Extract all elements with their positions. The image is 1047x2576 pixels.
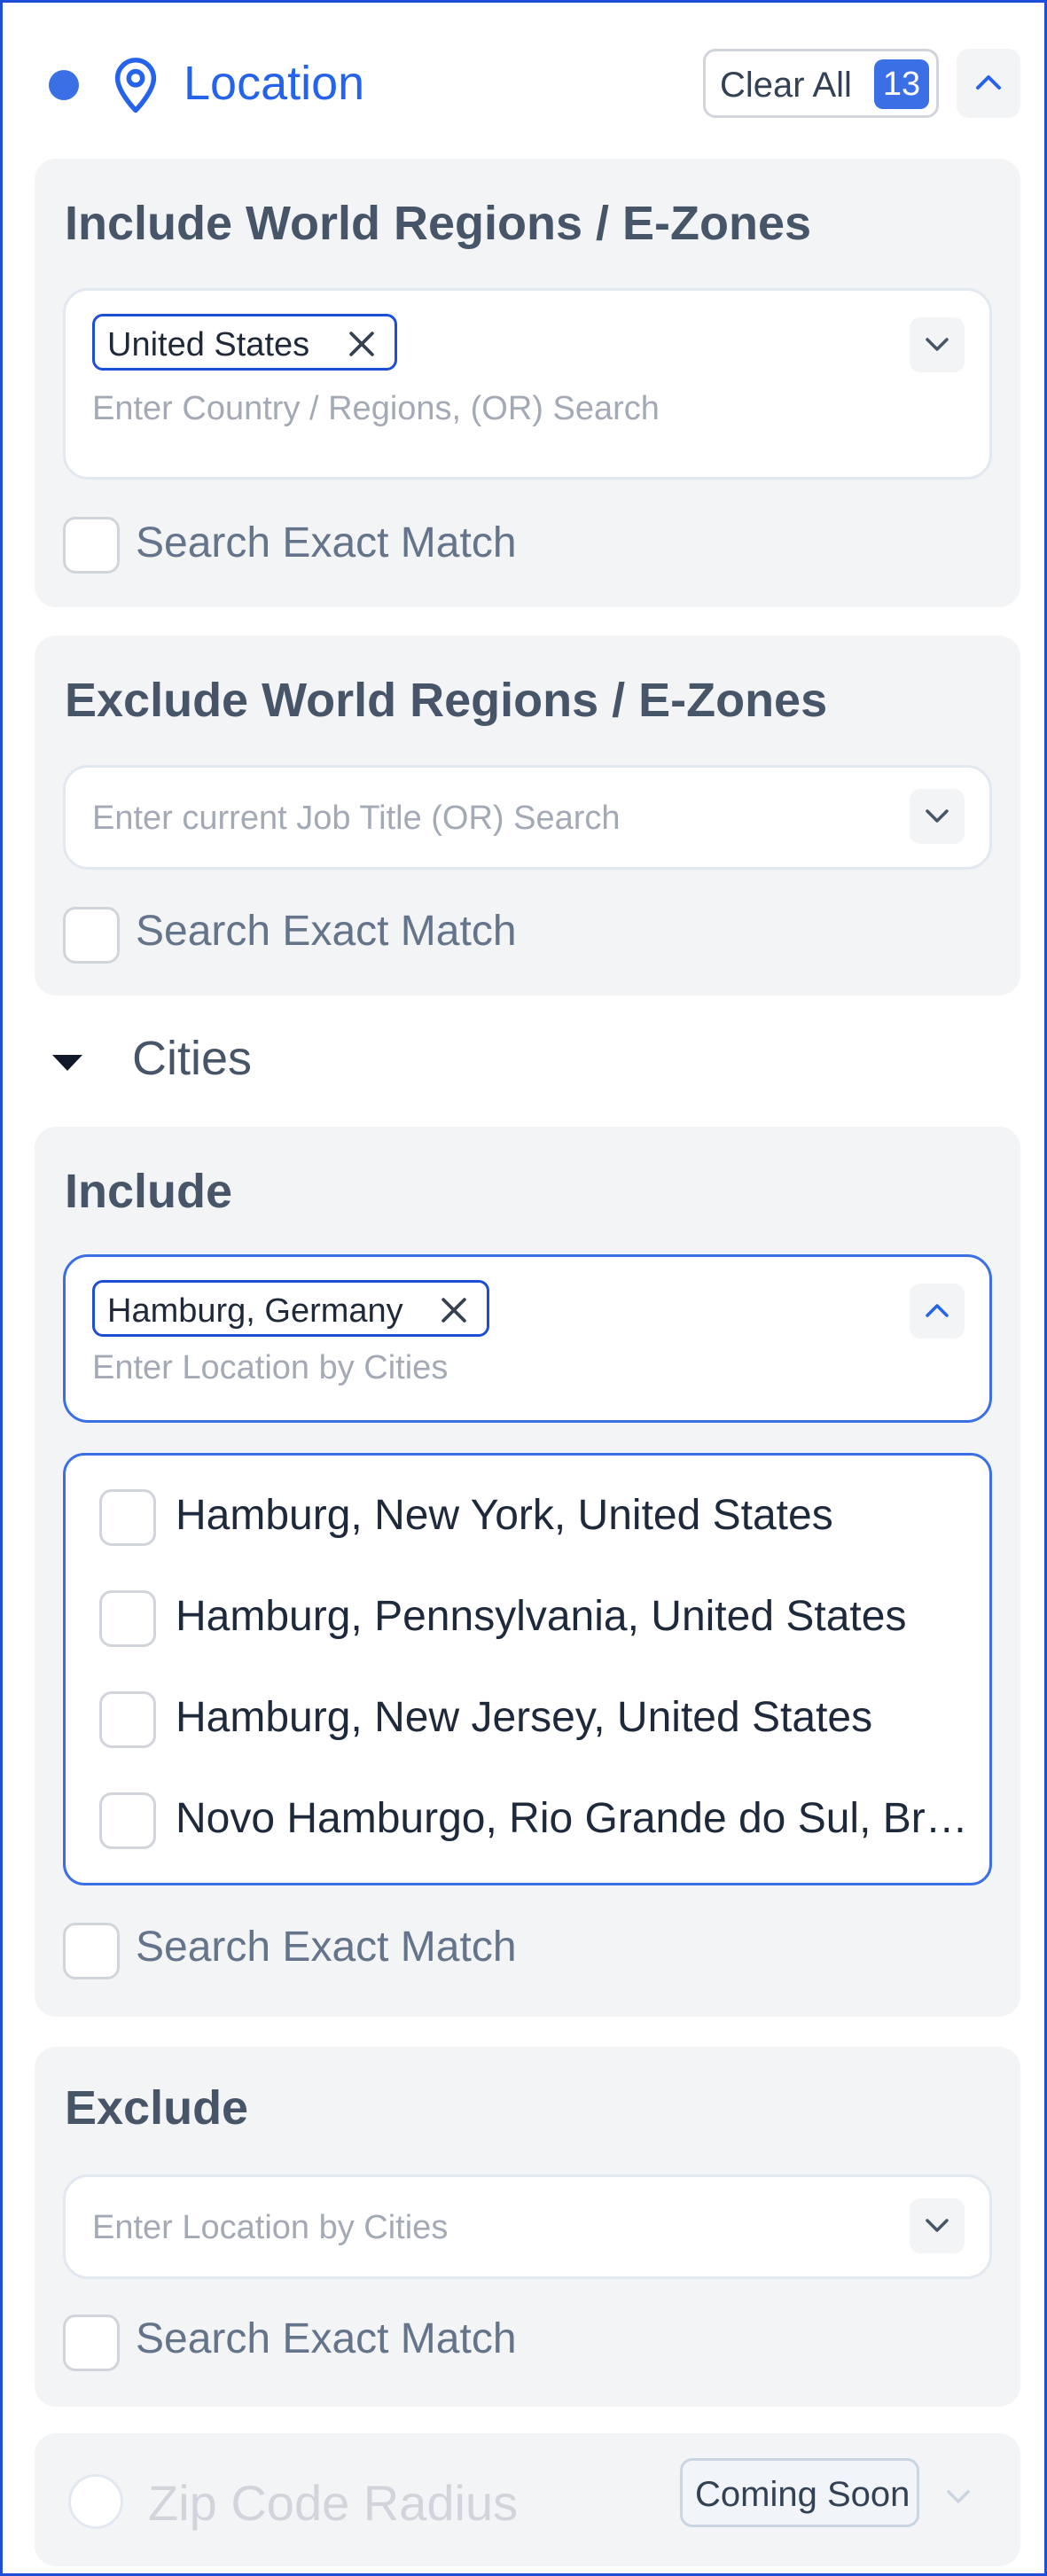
include-regions-title: Include World Regions / E-Zones (65, 197, 812, 250)
map-pin-icon (114, 58, 157, 113)
include-regions-exact-checkbox[interactable] (63, 517, 120, 574)
chevron-down-icon (947, 2490, 970, 2503)
zip-radius-label: Zip Code Radius (148, 2475, 519, 2531)
status-dot (49, 70, 79, 100)
include-regions-field[interactable]: United States Enter Country / Regions, (… (63, 288, 992, 480)
zip-radius-radio (68, 2474, 123, 2529)
city-option-checkbox[interactable] (99, 1792, 156, 1849)
cities-include-card: Include Hamburg, Germany Enter Location … (35, 1127, 1020, 2017)
section-title: Location (184, 57, 365, 110)
cities-include-placeholder: Enter Location by Cities (92, 1349, 449, 1386)
chevron-down-icon (926, 809, 949, 823)
remove-chip-icon[interactable] (347, 329, 377, 359)
exclude-regions-field[interactable]: Enter current Job Title (OR) Search (63, 765, 992, 870)
city-option-checkbox[interactable] (99, 1590, 156, 1647)
location-filter-panel: Location Clear All 13 Include World Regi… (0, 0, 1047, 2576)
exclude-regions-dropdown-button[interactable] (910, 789, 965, 844)
exclude-regions-exact-label: Search Exact Match (136, 908, 517, 955)
cities-exclude-exact-label: Search Exact Match (136, 2315, 517, 2362)
chevron-up-icon (976, 75, 1001, 90)
city-option-checkbox[interactable] (99, 1691, 156, 1748)
collapse-section-button[interactable] (957, 49, 1020, 118)
clear-all-button[interactable]: Clear All 13 (703, 49, 939, 118)
cities-exclude-card: Exclude Enter Location by Cities Search … (35, 2047, 1020, 2407)
cities-exclude-title: Exclude (65, 2081, 249, 2135)
cities-include-title: Include (65, 1165, 233, 1218)
coming-soon-label: Coming Soon (695, 2475, 910, 2514)
cities-include-field[interactable]: Hamburg, Germany Enter Location by Citie… (63, 1254, 992, 1423)
coming-soon-badge: Coming Soon (680, 2458, 919, 2527)
include-regions-dropdown-button[interactable] (910, 317, 965, 372)
cities-include-dropdown-button[interactable] (910, 1284, 965, 1339)
cities-include-exact-label: Search Exact Match (136, 1924, 517, 1971)
cities-include-exact-checkbox[interactable] (63, 1923, 120, 1979)
region-chip-label: United States (107, 326, 310, 363)
caret-down-icon[interactable] (52, 1055, 82, 1073)
include-regions-placeholder: Enter Country / Regions, (OR) Search (92, 390, 660, 427)
zip-code-radius-row: Zip Code Radius Coming Soon (35, 2433, 1020, 2566)
region-chip: United States (92, 314, 397, 371)
city-chip-label: Hamburg, Germany (107, 1292, 403, 1330)
city-option-label[interactable]: Hamburg, New Jersey, United States (176, 1693, 973, 1742)
cities-exclude-dropdown-button[interactable] (910, 2198, 965, 2253)
exclude-regions-title: Exclude World Regions / E-Zones (65, 674, 828, 727)
city-chip: Hamburg, Germany (92, 1280, 489, 1337)
exclude-regions-exact-checkbox[interactable] (63, 907, 120, 964)
include-regions-card: Include World Regions / E-Zones United S… (35, 159, 1020, 607)
city-options-dropdown: Hamburg, New York, United States Hamburg… (63, 1453, 992, 1885)
exclude-regions-card: Exclude World Regions / E-Zones Enter cu… (35, 636, 1020, 995)
city-option-checkbox[interactable] (99, 1489, 156, 1546)
city-option-label[interactable]: Novo Hamburgo, Rio Grande do Sul, Brazil (176, 1794, 973, 1843)
exclude-regions-placeholder: Enter current Job Title (OR) Search (92, 800, 621, 837)
clear-all-label: Clear All (720, 66, 852, 105)
chevron-down-icon (926, 338, 949, 351)
cities-exclude-exact-checkbox[interactable] (63, 2314, 120, 2371)
chevron-up-icon (926, 1304, 949, 1317)
cities-toggle-label[interactable]: Cities (132, 1031, 252, 1086)
city-option-label[interactable]: Hamburg, New York, United States (176, 1491, 973, 1540)
city-option-label[interactable]: Hamburg, Pennsylvania, United States (176, 1592, 973, 1641)
filter-count-badge: 13 (874, 59, 929, 109)
chevron-down-icon (926, 2219, 949, 2232)
include-regions-exact-label: Search Exact Match (136, 519, 517, 566)
cities-exclude-field[interactable]: Enter Location by Cities (63, 2174, 992, 2279)
cities-exclude-placeholder: Enter Location by Cities (92, 2209, 449, 2246)
remove-chip-icon[interactable] (439, 1295, 469, 1325)
